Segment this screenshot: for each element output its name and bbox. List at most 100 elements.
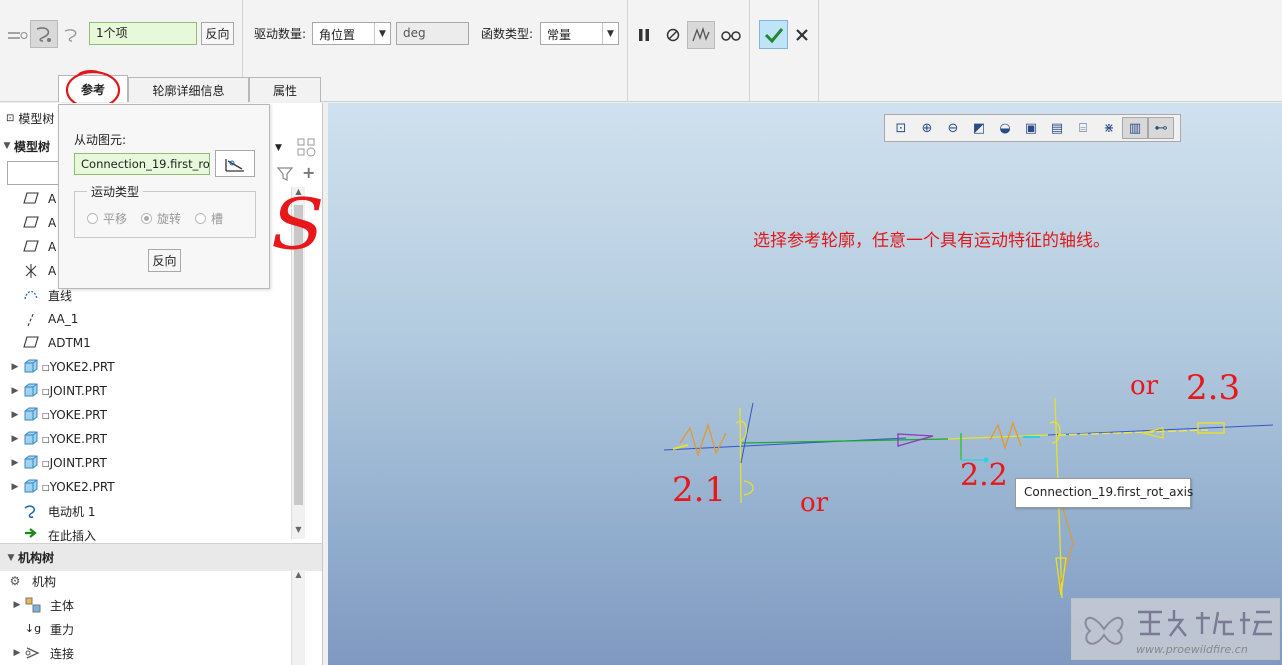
model-tree-item[interactable]: AA_1 (0, 307, 305, 331)
chevron-down-icon: ▼ (602, 23, 618, 44)
search-input[interactable] (7, 161, 59, 185)
filter-icon[interactable] (277, 166, 293, 182)
rotation-motor-icon[interactable] (30, 20, 58, 48)
glasses-icon[interactable] (718, 22, 744, 48)
datum-plane-icon (22, 191, 40, 207)
motion-type-group: 运动类型 平移 旋转 槽 (74, 183, 256, 238)
tree-settings-icon[interactable] (296, 137, 318, 159)
add-icon[interactable]: + (302, 163, 315, 182)
model-tree-item[interactable]: ▶ □ YOKE.PRT (0, 403, 305, 427)
part-icon (22, 407, 40, 423)
forum-watermark: www.proewildfire.cn (1071, 598, 1280, 660)
model-tree-item[interactable]: ▶ □ JOINT.PRT (0, 451, 305, 475)
radio-translation-label: 平移 (103, 212, 128, 226)
watermark-url: www.proewildfire.cn (1136, 643, 1248, 656)
connection-icon (24, 645, 42, 661)
translation-motor-icon[interactable] (4, 22, 30, 48)
mechanism-item-label: 主体 (50, 598, 75, 613)
coordinate-system-icon (22, 263, 40, 279)
profile-icon (225, 158, 244, 172)
driven-entity-field[interactable]: Connection_19.first_rot_axis (74, 153, 210, 175)
preview-feature-icon[interactable] (687, 21, 715, 49)
cancel-close-icon[interactable] (789, 22, 815, 48)
gravity-icon: ↓g (24, 622, 42, 635)
scroll-down-icon[interactable]: ▼ (292, 525, 305, 539)
mechanism-root[interactable]: ⚙ 机构 (0, 569, 305, 593)
driver-qty-label: 驱动数量: (254, 27, 307, 41)
model-tree-item[interactable]: ▶ □ YOKE.PRT (0, 427, 305, 451)
annotation-2-1: 2.1 (672, 470, 727, 510)
part-prefix-icon: □ (42, 362, 50, 372)
mechanism-tree-header[interactable]: ▼ 机构树 (0, 543, 322, 571)
mechanism-item-bodies[interactable]: ▶ 主体 (0, 593, 305, 617)
part-prefix-icon: □ (42, 434, 50, 444)
model-tree-item[interactable]: ADTM1 (0, 331, 305, 355)
flip-button[interactable]: 反向 (201, 22, 234, 45)
model-tree-item-label: 直线 (48, 288, 73, 303)
scroll-up-icon[interactable]: ▲ (292, 570, 305, 584)
pause-icon[interactable] (631, 22, 657, 48)
unit-field: deg (396, 22, 469, 45)
model-tree-item[interactable]: 电动机 1 (0, 499, 305, 523)
model-tree-header[interactable]: ▼ 模型树 (0, 134, 60, 158)
expand-triangle-icon: ▶ (11, 434, 19, 444)
model-tree-item-label: 电动机 1 (48, 504, 96, 519)
part-icon (22, 479, 40, 495)
model-tree-item[interactable]: ▶ □ JOINT.PRT (0, 379, 305, 403)
mechanism-scrollbar[interactable]: ▲ (291, 570, 305, 665)
sketch-profile-button[interactable] (215, 150, 255, 177)
selection-tooltip: Connection_19.first_rot_axis (1015, 478, 1193, 508)
part-icon (22, 455, 40, 471)
part-icon (22, 431, 40, 447)
chevron-down-icon: ▼ (374, 23, 390, 44)
datum-plane-icon (22, 335, 40, 351)
function-type-select[interactable]: 常量 ▼ (540, 22, 619, 45)
mechanism-item-gravity[interactable]: ↓g 重力 (0, 617, 305, 641)
model-tree-item-label: YOKE.PRT (49, 408, 107, 422)
expand-triangle-icon: ▶ (11, 386, 19, 396)
tab-properties[interactable]: 属性 (249, 77, 321, 102)
model-tree-item[interactable]: ▶ □ YOKE2.PRT (0, 475, 305, 499)
datum-plane-icon (22, 239, 40, 255)
ok-checkmark-icon[interactable] (759, 20, 788, 49)
mechanism-tree-label: 机构树 (18, 551, 55, 565)
model-tree-item-label: A (48, 240, 57, 254)
mechanism-item-label: 重力 (50, 622, 75, 637)
expand-triangle-icon: ▶ (11, 482, 19, 492)
part-prefix-icon: □ (42, 410, 50, 420)
driver-qty-select[interactable]: 角位置 ▼ (312, 22, 391, 45)
function-type-label: 函数类型: (481, 27, 534, 41)
tab-profile-details[interactable]: 轮廓详细信息 (128, 77, 249, 102)
radio-slot[interactable]: 槽 (195, 210, 223, 227)
no-entry-icon[interactable] (660, 22, 686, 48)
chevron-down-icon[interactable]: ▼ (275, 143, 282, 153)
model-tree-tab[interactable]: ⊡ 模型树 (0, 107, 60, 129)
model-tree-item-label: A (48, 264, 57, 278)
model-tree-tab-label: 模型树 (18, 111, 55, 126)
datum-plane-icon (22, 215, 40, 231)
reference-collector[interactable]: 1个项 (89, 22, 197, 45)
collapse-triangle-icon: ▼ (3, 141, 11, 151)
mechanism-root-label: 机构 (32, 574, 57, 589)
popup-flip-button[interactable]: 反向 (148, 249, 181, 272)
forum-logo-wordmark (1138, 610, 1272, 637)
slot-motor-icon[interactable] (60, 22, 86, 48)
annotation-or-2: or (1130, 371, 1159, 401)
mechanism-item-connections[interactable]: ▶ 连接 (0, 641, 305, 665)
bodies-icon (24, 597, 42, 613)
radio-slot-label: 槽 (211, 212, 224, 226)
driver-qty-value: 角位置 (319, 28, 356, 42)
model-tree-item[interactable]: ▶ □ YOKE2.PRT (0, 355, 305, 379)
model-tree-header-label: 模型树 (14, 139, 51, 154)
motor-icon (22, 503, 40, 519)
model-tree-item-label: A (48, 192, 57, 206)
radio-rotation[interactable]: 旋转 (141, 210, 181, 227)
graphics-window[interactable]: ⊡ ⊕ ⊖ ◩ ◒ ▣ ▤ ⌸ ⋇ ▥ ⊷ 选择参考轮廓，任意一个具有运动特征的… (328, 103, 1282, 665)
model-tree-item-label: ADTM1 (48, 336, 91, 350)
expand-triangle-icon: ▶ (13, 600, 21, 610)
tree-icon: ⊡ (6, 112, 15, 124)
datum-curve-icon (22, 287, 40, 303)
expand-triangle-icon: ▶ (11, 362, 19, 372)
radio-translation[interactable]: 平移 (87, 210, 127, 227)
model-tree-item-label: A (48, 216, 57, 230)
